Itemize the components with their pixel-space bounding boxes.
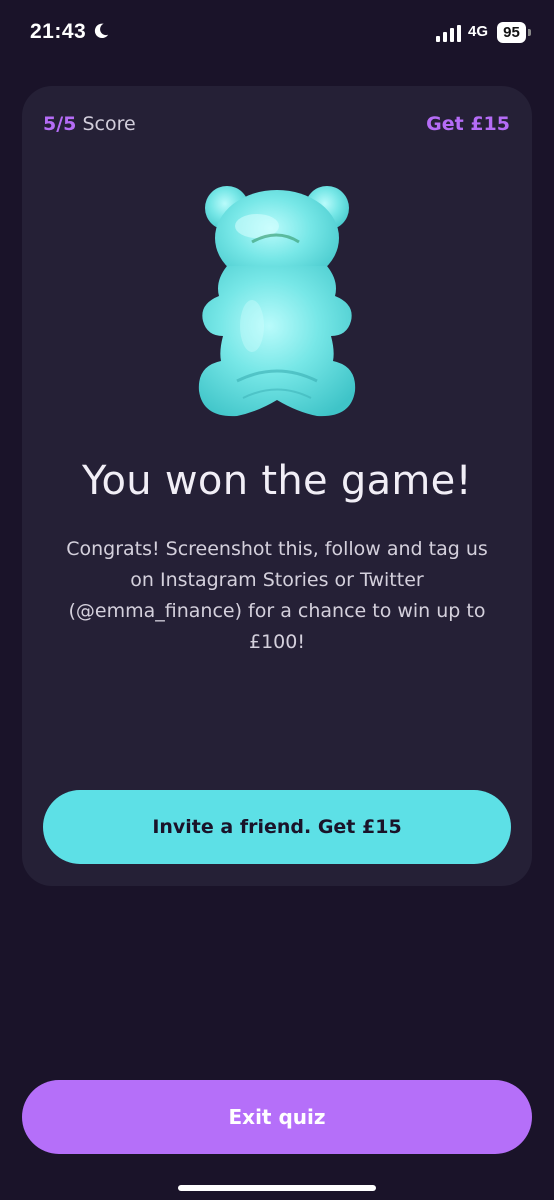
score-value: 5/5	[43, 113, 77, 135]
home-indicator[interactable]	[178, 1185, 376, 1191]
network-label: 4G	[468, 23, 489, 40]
congrats-message: Congrats! Screenshot this, follow and ta…	[66, 538, 488, 653]
score: 5/5 Score	[43, 113, 136, 135]
get-reward-link[interactable]: Get £15	[426, 113, 510, 135]
status-time: 21:43	[30, 20, 87, 43]
battery-tip	[528, 29, 531, 36]
headline: You won the game!	[82, 458, 472, 504]
status-bar: 21:43 4G 95	[0, 0, 554, 70]
result-card: 5/5 Score Get £15 You won the game! Cong…	[22, 86, 532, 886]
gummy-bear-icon	[198, 186, 356, 417]
exit-quiz-button[interactable]: Exit quiz	[22, 1080, 532, 1154]
score-label: Score	[82, 113, 136, 135]
invite-friend-button[interactable]: Invite a friend. Get £15	[43, 790, 511, 864]
moon-icon	[94, 23, 109, 39]
battery-icon: 95	[497, 22, 526, 43]
signal-icon	[436, 25, 461, 42]
